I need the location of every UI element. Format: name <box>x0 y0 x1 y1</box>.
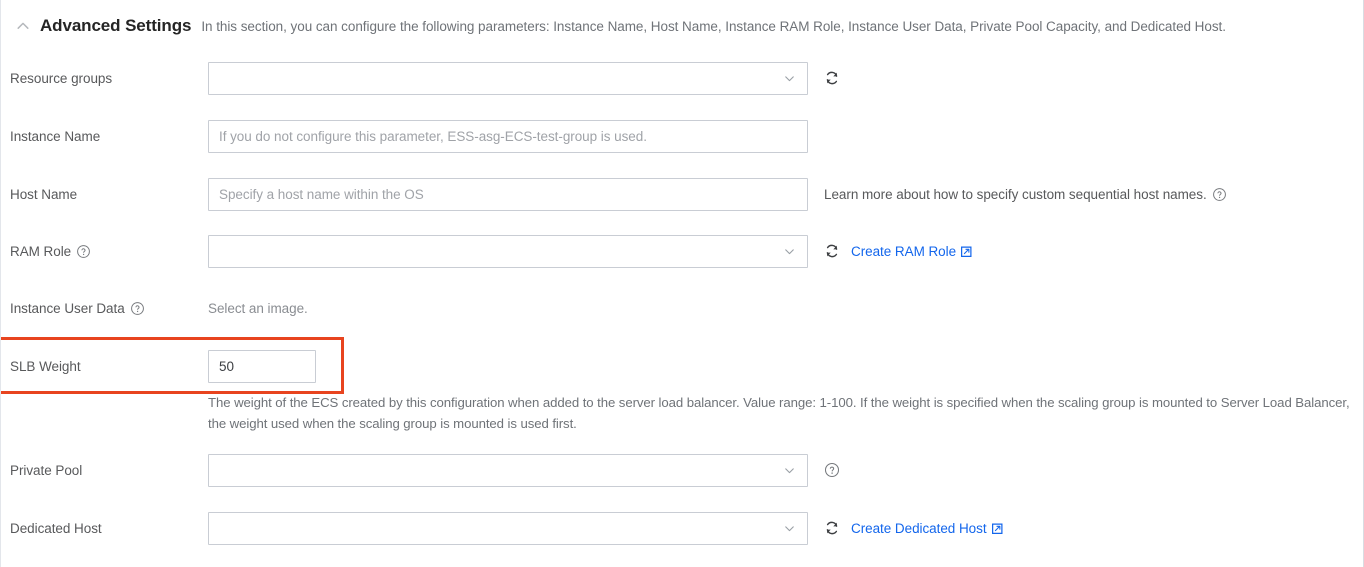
instance-name-input[interactable]: If you do not configure this parameter, … <box>208 120 808 153</box>
label-text: Instance User Data <box>10 301 125 316</box>
external-link-icon <box>991 522 1004 535</box>
control-slb-weight: 50 <box>208 350 316 383</box>
label-private-pool: Private Pool <box>1 463 208 478</box>
refresh-icon[interactable] <box>824 243 840 259</box>
host-name-placeholder: Specify a host name within the OS <box>219 187 424 202</box>
question-circle-icon[interactable] <box>130 301 145 316</box>
control-dedicated-host: Create Dedicated Host <box>208 512 1004 545</box>
host-name-note: Learn more about how to specify custom s… <box>824 187 1227 202</box>
label-text: Instance Name <box>10 129 100 144</box>
control-instance-name: If you do not configure this parameter, … <box>208 120 808 153</box>
control-private-pool <box>208 454 840 487</box>
chevron-down-icon <box>782 521 797 536</box>
label-instance-user-data: Instance User Data <box>1 301 208 316</box>
label-host-name: Host Name <box>1 187 208 202</box>
question-circle-icon[interactable] <box>824 462 840 478</box>
label-text: RAM Role <box>10 244 71 259</box>
create-ram-role-label: Create RAM Role <box>851 244 956 259</box>
chevron-down-icon <box>782 244 797 259</box>
section-header: Advanced Settings In this section, you c… <box>1 0 1363 52</box>
row-slb-weight: SLB Weight 50 <box>1 346 1363 386</box>
label-text: Resource groups <box>10 71 112 86</box>
page-title: Advanced Settings <box>40 16 191 36</box>
dedicated-host-extra: Create Dedicated Host <box>824 520 1004 536</box>
row-dedicated-host: Dedicated Host <box>1 508 1363 548</box>
label-text: SLB Weight <box>10 359 81 374</box>
chevron-up-icon[interactable] <box>10 13 36 39</box>
label-text: Private Pool <box>10 463 82 478</box>
label-resource-groups: Resource groups <box>1 71 208 86</box>
instance-user-data-value: Select an image. <box>208 301 308 316</box>
label-instance-name: Instance Name <box>1 129 208 144</box>
row-instance-name: Instance Name If you do not configure th… <box>1 116 1363 156</box>
host-name-note-text: Learn more about how to specify custom s… <box>824 187 1207 202</box>
dedicated-host-select[interactable] <box>208 512 808 545</box>
external-link-icon <box>960 245 973 258</box>
slb-weight-input[interactable]: 50 <box>208 350 316 383</box>
label-ram-role: RAM Role <box>1 244 208 259</box>
slb-weight-value: 50 <box>219 359 234 374</box>
label-dedicated-host: Dedicated Host <box>1 521 208 536</box>
private-pool-select[interactable] <box>208 454 808 487</box>
control-resource-groups <box>208 62 840 95</box>
create-dedicated-host-label: Create Dedicated Host <box>851 521 987 536</box>
refresh-icon[interactable] <box>824 70 840 86</box>
label-text: Host Name <box>10 187 77 202</box>
label-text: Dedicated Host <box>10 521 102 536</box>
private-pool-extra <box>824 462 840 478</box>
instance-name-placeholder: If you do not configure this parameter, … <box>219 129 647 144</box>
resource-groups-extra <box>824 70 840 86</box>
row-private-pool: Private Pool <box>1 450 1363 490</box>
row-resource-groups: Resource groups <box>1 58 1363 98</box>
row-ram-role: RAM Role <box>1 231 1363 271</box>
label-slb-weight: SLB Weight <box>1 359 208 374</box>
ram-role-extra: Create RAM Role <box>824 243 973 259</box>
control-host-name: Specify a host name within the OS Learn … <box>208 178 1227 211</box>
row-instance-user-data: Instance User Data Select an image. <box>1 288 1363 328</box>
create-ram-role-link[interactable]: Create RAM Role <box>851 244 973 259</box>
slb-weight-helper-text: The weight of the ECS created by this co… <box>208 392 1364 434</box>
chevron-down-icon <box>782 463 797 478</box>
refresh-icon[interactable] <box>824 520 840 536</box>
row-host-name: Host Name Specify a host name within the… <box>1 174 1363 214</box>
section-description: In this section, you can configure the f… <box>201 19 1226 34</box>
control-ram-role: Create RAM Role <box>208 235 973 268</box>
ram-role-select[interactable] <box>208 235 808 268</box>
question-circle-icon[interactable] <box>76 244 91 259</box>
host-name-input[interactable]: Specify a host name within the OS <box>208 178 808 211</box>
resource-groups-select[interactable] <box>208 62 808 95</box>
create-dedicated-host-link[interactable]: Create Dedicated Host <box>851 521 1004 536</box>
chevron-down-icon <box>782 71 797 86</box>
control-instance-user-data: Select an image. <box>208 301 308 316</box>
question-circle-icon[interactable] <box>1212 187 1227 202</box>
advanced-settings-panel: Advanced Settings In this section, you c… <box>0 0 1364 567</box>
